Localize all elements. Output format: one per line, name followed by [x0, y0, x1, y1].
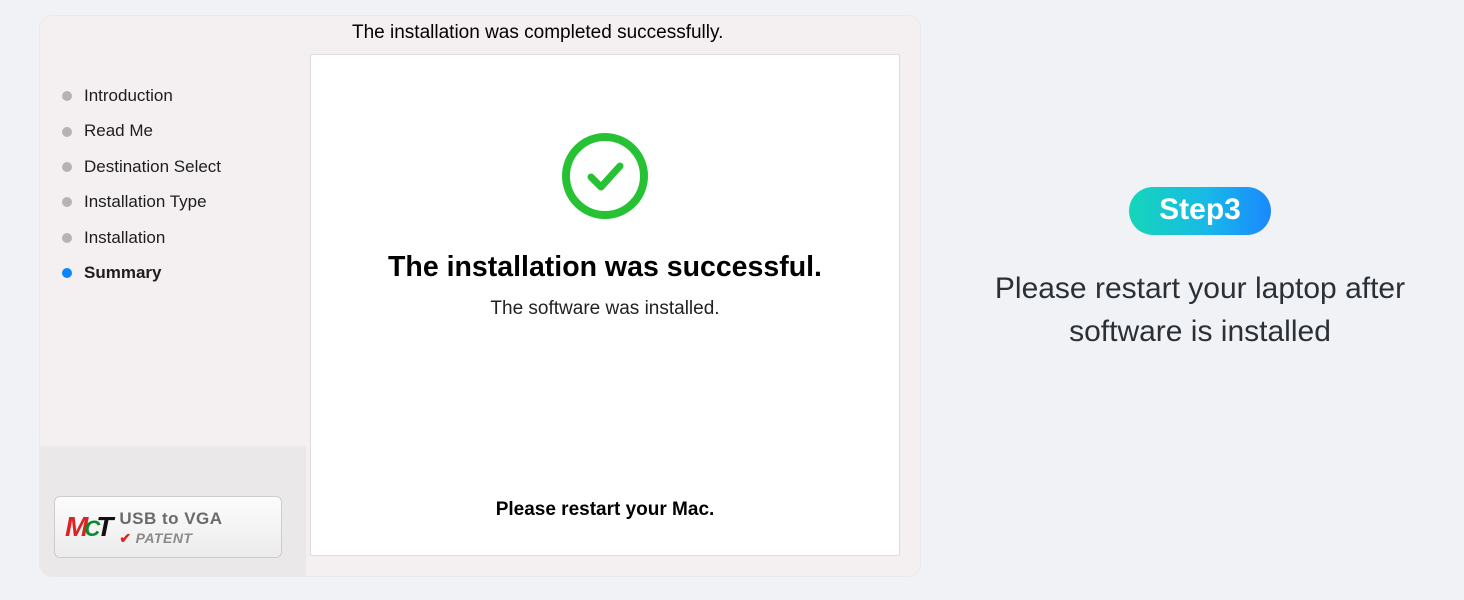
- step-label: Read Me: [84, 121, 153, 141]
- logo-patent-text: PATENT: [136, 531, 193, 545]
- restart-instruction: Please restart your Mac.: [496, 499, 715, 521]
- installer-sidebar: Introduction Read Me Destination Select …: [40, 16, 306, 576]
- success-check-icon: [562, 133, 648, 219]
- logo-letter-m: M: [65, 511, 86, 543]
- step-label: Installation: [84, 228, 165, 248]
- installer-step-list: Introduction Read Me Destination Select …: [40, 16, 306, 446]
- guide-panel: Step3 Please restart your laptop after s…: [950, 0, 1450, 600]
- step-installation: Installation: [62, 228, 288, 248]
- content-panel: The installation was successful. The sof…: [310, 54, 900, 556]
- success-heading: The installation was successful.: [388, 251, 822, 284]
- step-readme: Read Me: [62, 121, 288, 141]
- installer-window: Introduction Read Me Destination Select …: [40, 16, 920, 576]
- success-subtext: The software was installed.: [490, 298, 719, 320]
- step-dot-icon: [62, 91, 72, 101]
- step-dot-icon: [62, 127, 72, 137]
- brand-logo-text: USB to VGA ✔ PATENT: [119, 510, 222, 545]
- logo-line1: USB to VGA: [119, 510, 222, 527]
- brand-logo: M C T USB to VGA ✔ PATENT: [54, 496, 282, 558]
- step-installation-type: Installation Type: [62, 192, 288, 212]
- step-destination-select: Destination Select: [62, 157, 288, 177]
- patent-check-icon: ✔: [119, 531, 131, 545]
- step-introduction: Introduction: [62, 86, 288, 106]
- step-dot-icon: [62, 162, 72, 172]
- brand-logo-mark: M C T: [65, 511, 111, 543]
- step-label: Destination Select: [84, 157, 221, 177]
- guide-instruction: Please restart your laptop after softwar…: [955, 267, 1445, 354]
- step-label: Installation Type: [84, 192, 207, 212]
- step-dot-icon: [62, 233, 72, 243]
- logo-line2: ✔ PATENT: [119, 531, 222, 545]
- status-heading: The installation was completed successfu…: [310, 22, 900, 54]
- step-summary: Summary: [62, 263, 288, 283]
- step-label: Summary: [84, 263, 161, 283]
- step-label: Introduction: [84, 86, 173, 106]
- logo-letter-t: T: [96, 511, 111, 543]
- step-badge: Step3: [1129, 187, 1271, 235]
- sidebar-footer: M C T USB to VGA ✔ PATENT: [40, 446, 306, 576]
- installer-content: The installation was completed successfu…: [306, 16, 920, 576]
- step-dot-icon: [62, 268, 72, 278]
- step-dot-icon: [62, 197, 72, 207]
